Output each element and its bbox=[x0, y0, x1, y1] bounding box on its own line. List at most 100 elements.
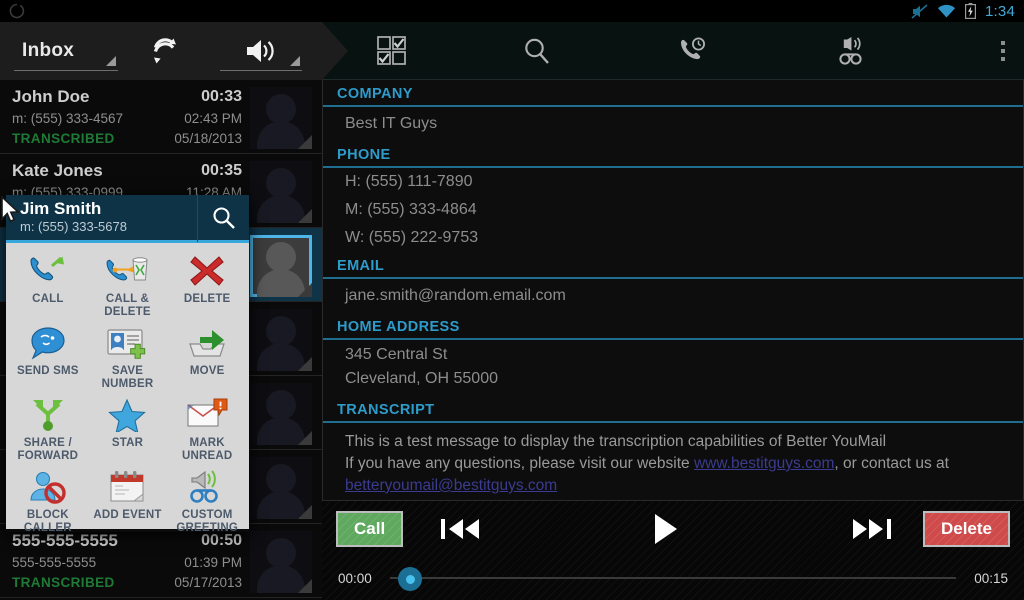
seek-bar-track bbox=[390, 577, 956, 579]
total-time: 00:15 bbox=[974, 570, 1008, 586]
company-value: Best IT Guys bbox=[345, 115, 438, 132]
skip-next-button[interactable] bbox=[849, 515, 893, 543]
menu-action-share-forward[interactable]: SHARE / FORWARD bbox=[8, 391, 88, 463]
list-item-duration: 00:33 bbox=[201, 88, 242, 105]
list-item-time: 02:43 PM bbox=[184, 111, 242, 126]
phone-mobile[interactable]: M: (555) 333-4864 bbox=[323, 196, 1023, 224]
search-icon bbox=[525, 38, 549, 64]
menu-action-delete[interactable]: DELETE bbox=[167, 247, 247, 319]
list-item-meta: 00:50 01:39 PM 05/17/2013 bbox=[150, 530, 246, 597]
transcript-email-link[interactable]: betteryoumail@bestitguys.com bbox=[345, 477, 557, 494]
audio-player: Call Delete 00:00 00:15 bbox=[322, 500, 1024, 600]
seek-bar[interactable] bbox=[390, 567, 956, 591]
menu-action-block-caller[interactable]: BLOCK CALLER bbox=[8, 463, 88, 535]
avatar bbox=[250, 87, 312, 149]
context-menu-contact-phone: m: (555) 333-5678 bbox=[20, 219, 127, 234]
avatar bbox=[250, 309, 312, 371]
avatar-head bbox=[266, 168, 296, 198]
list-item-meta: 00:33 02:43 PM 05/18/2013 bbox=[150, 86, 246, 153]
speaker-toggle[interactable] bbox=[220, 31, 302, 71]
voicemail-button[interactable] bbox=[772, 22, 932, 80]
action-bar: Inbox bbox=[0, 22, 1024, 80]
voicemail-icon bbox=[839, 37, 862, 65]
play-button[interactable] bbox=[651, 512, 681, 546]
avatar bbox=[250, 161, 312, 223]
list-item-time: 01:39 PM bbox=[184, 555, 242, 570]
transcript-section-header: TRANSCRIPT bbox=[323, 396, 1023, 423]
list-item[interactable]: 555-555-5555 555-555-5555 TRANSCRIBED 00… bbox=[0, 524, 322, 598]
search-button[interactable] bbox=[462, 22, 612, 80]
call-history-icon bbox=[681, 37, 705, 60]
avatar-head bbox=[266, 242, 296, 272]
avatar bbox=[250, 235, 312, 297]
phone-home[interactable]: H: (555) 111-7890 bbox=[323, 168, 1023, 196]
select-multiple-button[interactable] bbox=[322, 22, 462, 80]
player-seekbar-row: 00:00 00:15 bbox=[322, 557, 1024, 599]
call-and-delete-icon bbox=[105, 251, 149, 291]
seek-bar-thumb[interactable] bbox=[398, 567, 422, 591]
status-clock: 1:34 bbox=[985, 2, 1015, 20]
list-item-date: 05/17/2013 bbox=[174, 575, 242, 590]
sync-button[interactable] bbox=[134, 28, 196, 74]
address-line-1: 345 Central St bbox=[345, 346, 448, 363]
menu-action-label: ADD EVENT bbox=[93, 509, 162, 521]
transcript-line-2b: , or contact us at bbox=[834, 455, 949, 472]
menu-action-label: STAR bbox=[111, 437, 144, 449]
menu-action-star[interactable]: STAR bbox=[88, 391, 168, 463]
speaker-icon bbox=[247, 39, 274, 62]
avatar-head bbox=[266, 538, 296, 568]
transcript-line-1: This is a test message to display the tr… bbox=[345, 433, 887, 450]
avatar-corner-fold bbox=[298, 431, 312, 445]
transcript-website-link[interactable]: www.bestitguys.com bbox=[694, 455, 834, 472]
player-controls: Call Delete bbox=[322, 501, 1024, 557]
list-item-name: Kate Jones bbox=[12, 161, 103, 180]
avatar-corner-fold bbox=[298, 505, 312, 519]
detail-scroll-area[interactable]: COMPANY Best IT Guys PHONE H: (555) 111-… bbox=[322, 80, 1024, 500]
skip-previous-button[interactable] bbox=[439, 515, 483, 543]
status-bar: 1:34 bbox=[0, 0, 1024, 22]
menu-action-call-and-delete[interactable]: CALL & DELETE bbox=[88, 247, 168, 319]
call-history-button[interactable] bbox=[612, 22, 772, 80]
move-folder-icon bbox=[186, 323, 228, 363]
list-item-phone: m: (555) 333-4567 bbox=[12, 111, 124, 126]
folder-spinner[interactable]: Inbox bbox=[14, 31, 118, 71]
menu-action-call[interactable]: CALL bbox=[8, 247, 88, 319]
context-menu-contact: Jim Smith m: (555) 333-5678 bbox=[6, 199, 197, 236]
list-item-text: 555-555-5555 555-555-5555 TRANSCRIBED bbox=[12, 530, 150, 597]
battery-charging-icon bbox=[965, 3, 976, 19]
menu-action-add-event[interactable]: ADD EVENT bbox=[88, 463, 168, 535]
action-bar-left: Inbox bbox=[0, 22, 348, 80]
list-item[interactable]: John Doe m: (555) 333-4567 TRANSCRIBED 0… bbox=[0, 80, 322, 154]
menu-action-mark-unread[interactable]: MARK UNREAD bbox=[167, 391, 247, 463]
block-caller-icon bbox=[28, 467, 68, 507]
delete-button[interactable]: Delete bbox=[922, 511, 1010, 547]
overflow-dot bbox=[1001, 41, 1005, 45]
menu-action-label: CUSTOM GREETING bbox=[176, 509, 238, 534]
list-item-status: TRANSCRIBED bbox=[12, 131, 115, 146]
mouse-cursor bbox=[1, 196, 20, 223]
menu-action-label: DELETE bbox=[183, 293, 231, 305]
context-menu-search-button[interactable] bbox=[197, 193, 249, 242]
avatar-corner-fold bbox=[298, 357, 312, 371]
menu-action-custom-greeting[interactable]: CUSTOM GREETING bbox=[167, 463, 247, 535]
menu-action-label: SHARE / FORWARD bbox=[17, 437, 79, 462]
menu-action-label: CALL & DELETE bbox=[104, 293, 151, 318]
address-section-header: HOME ADDRESS bbox=[323, 313, 1023, 340]
menu-action-save-number[interactable]: SAVE NUMBER bbox=[88, 319, 168, 391]
avatar-corner-fold bbox=[298, 579, 312, 593]
menu-action-move[interactable]: MOVE bbox=[167, 319, 247, 391]
chevron-down-icon bbox=[290, 56, 300, 66]
skip-previous-icon bbox=[441, 519, 480, 539]
mark-unread-envelope-icon bbox=[186, 395, 228, 435]
email-value[interactable]: jane.smith@random.email.com bbox=[323, 279, 1023, 313]
phone-work[interactable]: W: (555) 222-9753 bbox=[323, 224, 1023, 252]
menu-action-send-sms[interactable]: SEND SMS bbox=[8, 319, 88, 391]
context-menu[interactable]: Jim Smith m: (555) 333-5678 CALL CALL & … bbox=[6, 193, 249, 535]
call-button[interactable]: Call bbox=[336, 511, 404, 547]
avatar-corner-fold bbox=[298, 209, 312, 223]
avatar-head bbox=[266, 464, 296, 494]
wifi-icon bbox=[938, 4, 955, 18]
call-icon bbox=[28, 251, 68, 291]
overflow-menu-button[interactable] bbox=[982, 22, 1024, 80]
play-icon bbox=[655, 514, 678, 544]
